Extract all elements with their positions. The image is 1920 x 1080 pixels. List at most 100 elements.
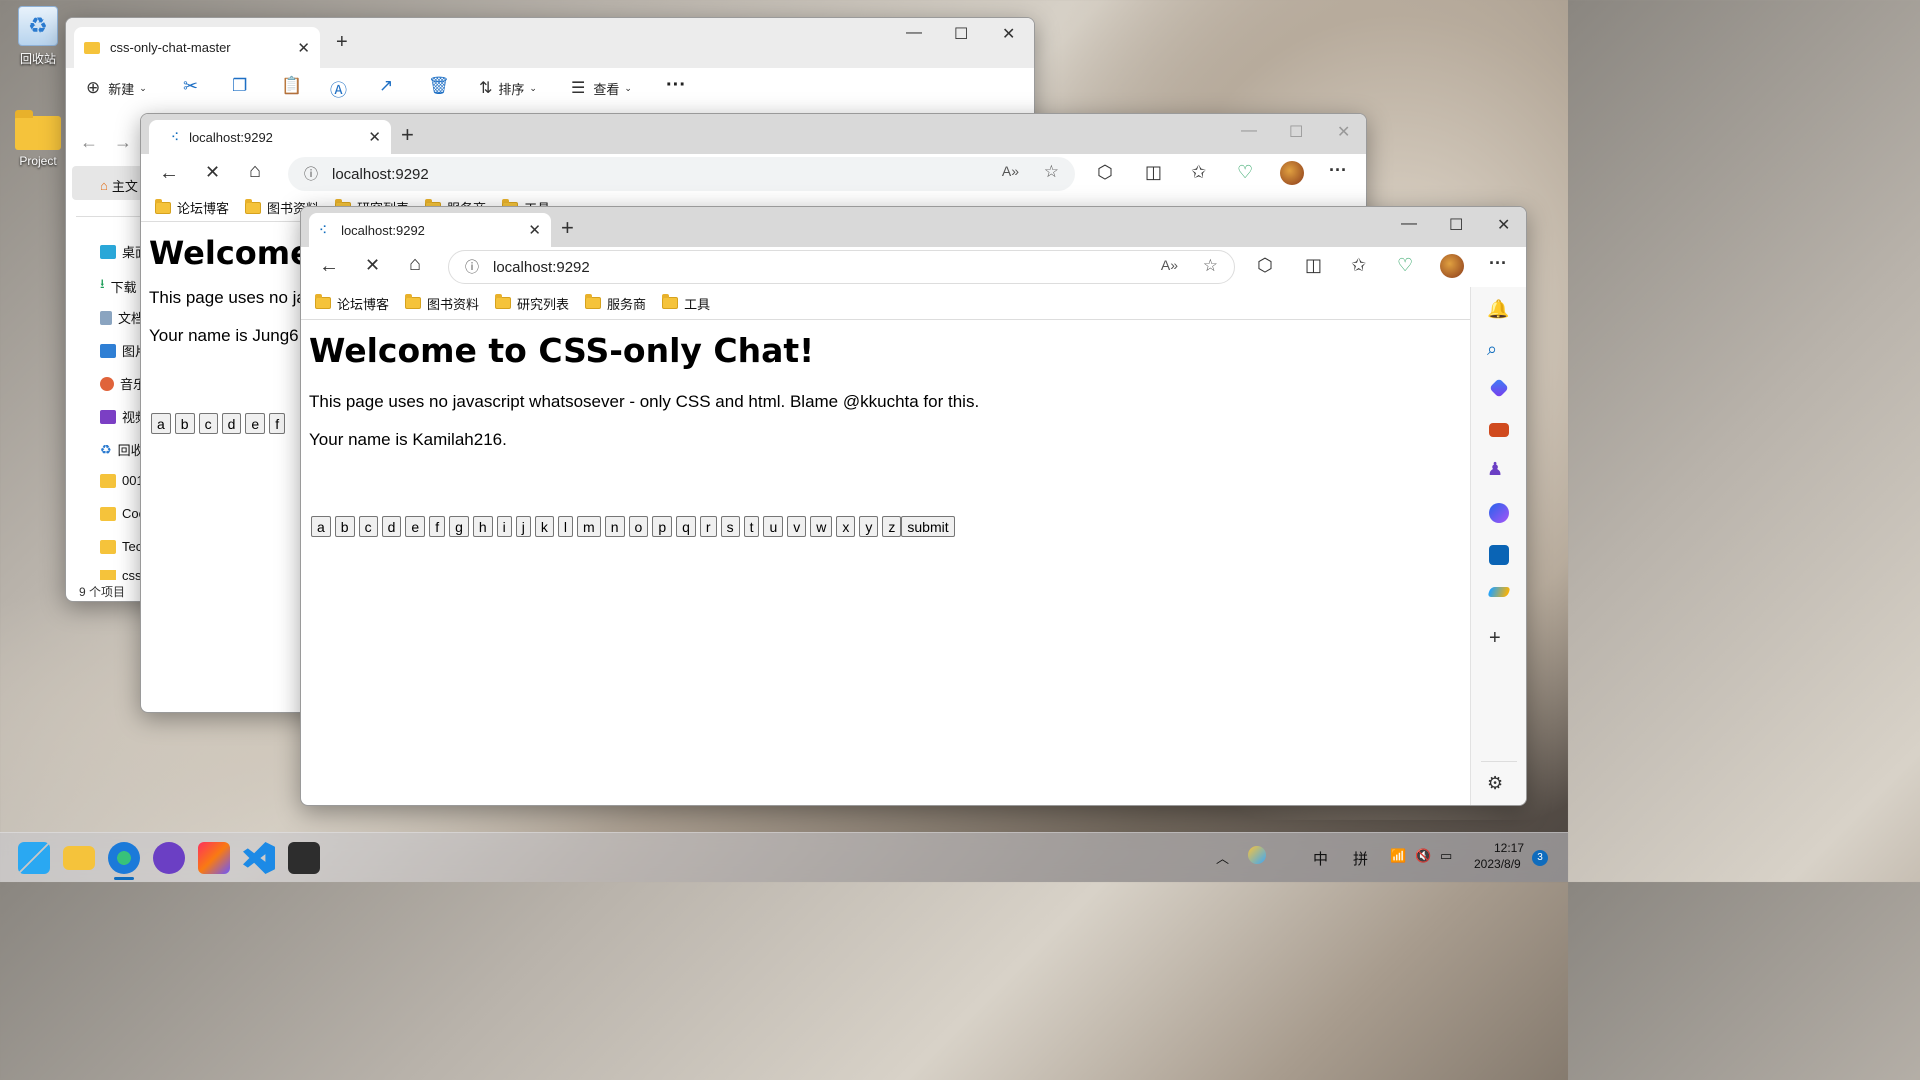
letter-button-b[interactable]: b <box>174 413 195 434</box>
close-icon[interactable]: ✕ <box>1002 24 1015 44</box>
intellij-idea-icon[interactable] <box>198 842 230 874</box>
games-chess-icon[interactable]: ♟ <box>1487 459 1503 480</box>
letter-button-m[interactable]: m <box>577 516 601 537</box>
paste-icon[interactable]: 📋 <box>281 76 302 96</box>
favorite-star-icon[interactable]: ☆ <box>1044 162 1059 182</box>
letter-button-u[interactable]: u <box>763 516 784 537</box>
close-tab-icon[interactable]: ✕ <box>368 128 381 146</box>
edge-browser-icon[interactable] <box>108 842 140 874</box>
letter-button-i[interactable]: i <box>496 516 512 537</box>
view-button[interactable]: ☰ 查看 ⌄ <box>571 78 632 98</box>
letter-button-p[interactable]: p <box>652 516 673 537</box>
maximize-icon[interactable]: ☐ <box>1289 122 1303 142</box>
favorite-folder[interactable]: 论坛博客 <box>155 198 229 217</box>
terminal-icon[interactable] <box>288 842 320 874</box>
letter-button-y[interactable]: y <box>859 516 879 537</box>
notification-badge[interactable]: 3 <box>1532 850 1548 866</box>
add-icon[interactable]: + <box>1489 627 1501 650</box>
volume-muted-icon[interactable]: 🔇 <box>1415 848 1431 864</box>
home-icon[interactable]: ⌂ <box>249 160 261 183</box>
letter-button-k[interactable]: k <box>534 516 554 537</box>
cut-icon[interactable]: ✂ <box>183 76 198 97</box>
minimize-icon[interactable]: — <box>906 24 922 42</box>
copy-icon[interactable]: ❐ <box>232 76 247 96</box>
favorites-icon[interactable]: ✩ <box>1351 255 1366 276</box>
outlook-icon[interactable] <box>1489 545 1509 565</box>
letter-button-h[interactable]: h <box>472 516 493 537</box>
start-windows-icon[interactable] <box>18 842 50 874</box>
new-tab-icon[interactable]: + <box>561 215 574 241</box>
letter-button-a[interactable]: a <box>311 516 331 537</box>
more-options-icon[interactable]: ··· <box>1489 253 1507 274</box>
desktop-recycle-bin[interactable]: 回收站 <box>8 6 68 67</box>
sidebar-item-folder-coc[interactable]: Coc <box>100 506 145 521</box>
battery-icon[interactable]: ▭ <box>1440 848 1452 864</box>
submit-button[interactable]: submit <box>901 516 955 537</box>
read-aloud-icon[interactable]: A» <box>1002 163 1019 179</box>
letter-button-n[interactable]: n <box>604 516 625 537</box>
letter-button-z[interactable]: z <box>882 516 902 537</box>
forward-arrow-icon[interactable]: → <box>114 132 132 153</box>
favorite-folder[interactable]: 论坛博客 <box>315 294 389 313</box>
clock-time[interactable]: 12:17 <box>1484 841 1524 855</box>
profile-avatar[interactable] <box>1280 161 1304 185</box>
favorite-star-icon[interactable]: ☆ <box>1203 256 1218 276</box>
sidebar-item-downloads[interactable]: ⭳ 下载 <box>100 275 137 297</box>
sidebar-item-home[interactable]: ⌂ 主文 <box>100 176 138 195</box>
explorer-tab[interactable]: css-only-chat-master ✕ <box>74 27 320 68</box>
sidebar-item-documents[interactable]: 文档 <box>100 308 144 327</box>
browser-essentials-icon[interactable]: ♡ <box>1237 162 1253 183</box>
tools-briefcase-icon[interactable] <box>1489 423 1509 437</box>
new-button[interactable]: ⊕ 新建 ⌄ <box>86 78 147 98</box>
extensions-icon[interactable]: ⬡ <box>1257 255 1273 276</box>
letter-button-w[interactable]: w <box>810 516 833 537</box>
weather-icon[interactable] <box>1248 846 1266 864</box>
browser-back-tab[interactable]: ⠪ localhost:9292 ✕ <box>149 120 391 154</box>
letter-button-e[interactable]: e <box>405 516 426 537</box>
close-icon[interactable]: ✕ <box>1337 122 1350 142</box>
profile-avatar[interactable] <box>1440 254 1464 278</box>
sort-button[interactable]: ⇅ 排序 ⌄ <box>479 78 537 98</box>
close-icon[interactable]: ✕ <box>1497 215 1510 235</box>
more-options-button[interactable]: ··· <box>666 74 686 97</box>
minimize-icon[interactable]: — <box>1241 122 1257 140</box>
sidebar-item-folder-001[interactable]: 001 <box>100 473 144 488</box>
settings-gear-icon[interactable]: ⚙ <box>1487 773 1503 794</box>
favorite-folder[interactable]: 工具 <box>662 294 710 313</box>
github-desktop-icon[interactable] <box>153 842 185 874</box>
browser-back-address-bar[interactable]: ⓘ localhost:9292 A» ☆ <box>288 157 1075 191</box>
vscode-icon[interactable] <box>243 842 275 874</box>
split-screen-icon[interactable]: ◫ <box>1305 255 1322 276</box>
browser-front-tab[interactable]: ⠪ localhost:9292 ✕ <box>309 213 551 247</box>
share-icon[interactable]: ↗ <box>379 76 393 96</box>
letter-button-b[interactable]: b <box>334 516 355 537</box>
browser-front-address-bar[interactable]: ⓘ localhost:9292 A» ☆ <box>448 250 1235 284</box>
split-screen-icon[interactable]: ◫ <box>1145 162 1162 183</box>
favorite-folder[interactable]: 服务商 <box>585 294 646 313</box>
favorite-folder[interactable]: 图书资料 <box>405 294 479 313</box>
show-hidden-icons-chevron-icon[interactable]: ︿ <box>1216 848 1229 867</box>
letter-button-r[interactable]: r <box>699 516 717 537</box>
letter-button-t[interactable]: t <box>743 516 760 537</box>
maximize-icon[interactable]: ☐ <box>1449 215 1463 235</box>
favorite-folder[interactable]: 研究列表 <box>495 294 569 313</box>
new-tab-icon[interactable]: + <box>336 31 348 54</box>
stop-loading-icon[interactable]: ✕ <box>205 162 220 183</box>
delete-icon[interactable]: 🗑 <box>428 76 450 96</box>
read-aloud-icon[interactable]: A» <box>1161 257 1178 273</box>
sidebar-item-folder-tec[interactable]: Tec <box>100 539 142 554</box>
shopping-tag-icon[interactable] <box>1489 378 1509 398</box>
wifi-icon[interactable]: 📶 <box>1390 848 1406 864</box>
minimize-icon[interactable]: — <box>1401 215 1417 233</box>
stop-loading-icon[interactable]: ✕ <box>365 255 380 276</box>
ime-chinese-mode[interactable]: 中 <box>1313 848 1328 869</box>
file-explorer-icon[interactable] <box>63 846 95 870</box>
letter-button-g[interactable]: g <box>449 516 469 537</box>
letter-button-c[interactable]: c <box>198 413 218 434</box>
ime-pinyin[interactable]: 拼 <box>1353 848 1368 869</box>
letter-button-q[interactable]: q <box>676 516 696 537</box>
letter-button-s[interactable]: s <box>720 516 740 537</box>
browser-essentials-icon[interactable]: ♡ <box>1397 255 1413 276</box>
letter-button-l[interactable]: l <box>557 516 574 537</box>
letter-button-j[interactable]: j <box>515 516 531 537</box>
